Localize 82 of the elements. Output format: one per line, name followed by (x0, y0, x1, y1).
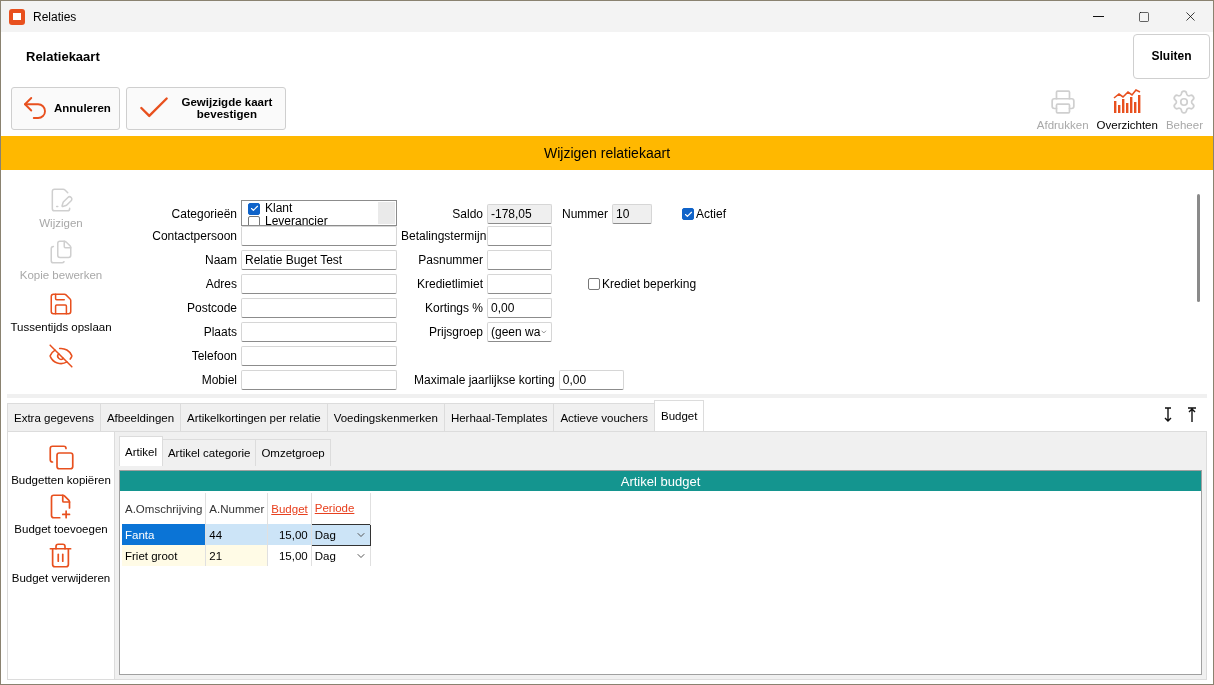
field-label: Prijsgroep (427, 325, 483, 339)
sub-tab[interactable]: Omzetgroep (255, 439, 331, 466)
checkmark-icon (249, 204, 259, 213)
field-label: Kortings % (423, 301, 483, 315)
scrollbar-thumb[interactable] (1197, 194, 1200, 302)
table-cell: 15,00 (267, 545, 312, 566)
minimize-icon (1092, 16, 1104, 17)
table-cell: Fanta (122, 524, 206, 545)
input-field[interactable] (241, 298, 397, 318)
toolbar-action[interactable]: Overzichten (1096, 89, 1158, 131)
checkbox[interactable] (248, 202, 260, 215)
input-field[interactable]: -178,05 (487, 204, 552, 224)
input-field[interactable]: 0,00 (558, 370, 624, 390)
tab[interactable]: Extra gegevens (7, 403, 101, 431)
field-label: Mobiel (200, 373, 237, 387)
table-cell: 15,00 (267, 524, 312, 545)
tab[interactable]: Actieve vouchers (553, 403, 655, 431)
collapse-up-icon[interactable] (1187, 406, 1197, 423)
input-field[interactable] (241, 226, 397, 246)
save-icon (48, 291, 74, 317)
field-label: Telefoon (190, 349, 237, 363)
field-label: Saldo (451, 207, 483, 221)
input-field[interactable] (487, 274, 552, 294)
checkbox-label: Krediet beperking (602, 277, 697, 291)
maximize-icon (1138, 10, 1150, 23)
scrollbar[interactable] (378, 202, 395, 224)
sub-tab[interactable]: Artikel (119, 436, 163, 466)
field-label: Maximale jaarlijkse korting (414, 373, 555, 387)
tab[interactable]: Artikelkortingen per relatie (180, 403, 328, 431)
input-field[interactable] (241, 322, 397, 342)
field-label: Plaats (202, 325, 237, 339)
tab[interactable]: Budget (654, 400, 705, 431)
checkbox[interactable] (588, 278, 600, 290)
table-cell: Dag (311, 524, 371, 545)
list-item-label: Leverancier (265, 215, 328, 225)
input-field[interactable] (241, 370, 397, 390)
field-label: Naam (204, 253, 237, 267)
page-title: Relatiekaart (26, 48, 100, 64)
input-field[interactable]: Relatie Buget Test (241, 250, 397, 270)
input-field[interactable]: 10 (612, 204, 652, 224)
chart-icon (1113, 89, 1142, 115)
field-label: Postcode (185, 301, 237, 315)
table-title: Artikel budget (120, 471, 1201, 491)
table-cell: Friet groot (122, 545, 206, 566)
copy-icon (47, 444, 75, 471)
input-field[interactable]: 0,00 (487, 298, 552, 318)
field-label: Pasnummer (417, 253, 483, 267)
field-label: Contactpersoon (151, 229, 237, 243)
field-label: Categorieën (170, 207, 237, 221)
printer-icon (1049, 89, 1076, 115)
copy-icon (48, 239, 74, 265)
budget-action[interactable]: Budgetten kopiëren (11, 444, 111, 486)
input-field[interactable] (487, 226, 552, 246)
app-logo-icon (9, 8, 25, 25)
budget-action[interactable]: Budget toevoegen (14, 493, 108, 535)
expand-down-icon[interactable] (1163, 406, 1173, 423)
input-field[interactable] (241, 346, 397, 366)
input-field[interactable] (487, 250, 552, 270)
budget-action[interactable]: Budget verwijderen (11, 542, 111, 584)
select-field[interactable]: (geen wa (487, 322, 552, 342)
checkbox-label: Actief (696, 207, 727, 221)
field-label: Kredietlimiet (415, 277, 483, 291)
mode-banner: Wijzigen relatiekaart (1, 136, 1213, 170)
close-card-button[interactable]: Sluiten (1133, 33, 1210, 79)
hide-icon (48, 343, 74, 369)
tab[interactable]: Afbeeldingen (99, 403, 182, 431)
category-list[interactable]: Klant Leverancier (241, 200, 397, 226)
cancel-button[interactable]: Annuleren (11, 86, 120, 130)
tab[interactable]: Herhaal-Templates (443, 403, 555, 431)
field-label: Adres (204, 277, 237, 291)
confirm-button[interactable]: Gewijzigde kaart bevestigen (125, 86, 286, 130)
checkmark-icon (683, 209, 693, 219)
list-item-label: Klant (265, 202, 293, 215)
checkbox[interactable] (682, 208, 694, 220)
field-label: Nummer (562, 207, 608, 221)
table-cell: 21 (205, 545, 268, 566)
side-action[interactable]: Tussentijds opslaan (10, 291, 112, 340)
tab[interactable]: Voedingskenmerken (326, 403, 445, 431)
input-field[interactable] (241, 274, 397, 294)
table-cell: 44 (205, 524, 268, 545)
settings-icon (1171, 89, 1198, 115)
window-title: Relaties (33, 9, 78, 24)
